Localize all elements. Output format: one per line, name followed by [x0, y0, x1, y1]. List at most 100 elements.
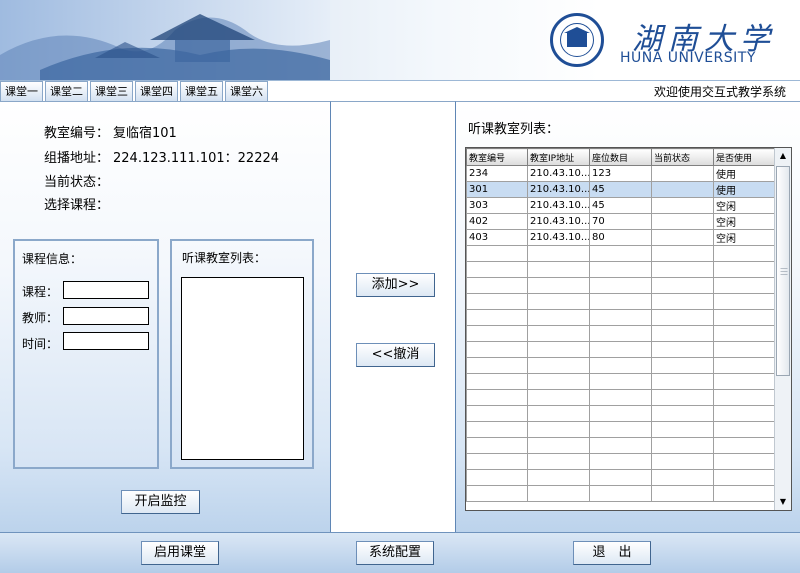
empty-table-row[interactable]	[466, 389, 775, 406]
table-cell	[589, 325, 652, 342]
table-cell	[713, 261, 775, 278]
classroom-number-value: 复临宿101	[113, 126, 177, 141]
header-banner: 湖南大学 HUNA UNIVERSITY	[0, 0, 800, 80]
empty-table-row[interactable]	[466, 485, 775, 502]
table-cell: 使用	[713, 165, 775, 182]
table-cell	[466, 405, 528, 422]
table-row[interactable]: 301 210.43.10... 45 使用	[466, 181, 775, 198]
table-cell	[527, 389, 590, 406]
table-row[interactable]: 402 210.43.10... 70 空闲	[466, 213, 775, 230]
teacher-input[interactable]	[63, 307, 149, 325]
table-cell	[651, 325, 714, 342]
exit-button[interactable]: 退 出	[573, 541, 651, 565]
column-header[interactable]: 教室编号	[466, 148, 528, 166]
empty-table-row[interactable]	[466, 309, 775, 326]
scroll-down-arrow-icon[interactable]: ▼	[775, 494, 791, 510]
listen-classroom-group: 听课教室列表：	[170, 239, 314, 469]
table-cell	[713, 325, 775, 342]
table-cell	[466, 309, 528, 326]
table-cell: 303	[466, 197, 528, 214]
table-cell	[466, 421, 528, 438]
empty-table-row[interactable]	[466, 341, 775, 358]
column-header[interactable]: 座位数目	[589, 148, 652, 166]
table-cell	[589, 341, 652, 358]
tab-classroom-6[interactable]: 课堂六	[225, 81, 268, 101]
empty-table-row[interactable]	[466, 453, 775, 470]
table-header-row: 教室编号 教室IP地址 座位数目 当前状态 是否使用	[466, 148, 775, 166]
tab-classroom-5[interactable]: 课堂五	[180, 81, 223, 101]
table-cell	[589, 421, 652, 438]
table-cell	[589, 357, 652, 374]
column-header[interactable]: 当前状态	[651, 148, 714, 166]
empty-table-row[interactable]	[466, 373, 775, 390]
table-cell: 210.43.10...	[527, 165, 590, 182]
empty-table-row[interactable]	[466, 405, 775, 422]
table-cell	[466, 357, 528, 374]
table-cell	[589, 245, 652, 262]
empty-table-row[interactable]	[466, 293, 775, 310]
column-header[interactable]: 教室IP地址	[527, 148, 590, 166]
table-cell	[651, 485, 714, 502]
table-cell	[713, 437, 775, 454]
table-cell	[589, 453, 652, 470]
table-cell	[527, 309, 590, 326]
table-cell	[527, 357, 590, 374]
system-config-button[interactable]: 系统配置	[356, 541, 434, 565]
table-cell: 70	[589, 213, 652, 230]
empty-table-row[interactable]	[466, 357, 775, 374]
footer-bar: 启用课堂 系统配置 退 出	[0, 532, 800, 573]
tab-classroom-1[interactable]: 课堂一	[0, 81, 43, 101]
course-input[interactable]	[63, 281, 149, 299]
table-cell	[713, 373, 775, 390]
table-cell: 使用	[713, 181, 775, 198]
table-cell	[466, 261, 528, 278]
table-cell	[527, 277, 590, 294]
empty-table-row[interactable]	[466, 261, 775, 278]
current-status-label: 当前状态：	[44, 175, 110, 190]
teacher-label: 教师：	[22, 311, 59, 325]
add-button[interactable]: 添加>>	[356, 273, 435, 297]
table-cell	[713, 277, 775, 294]
table-row[interactable]: 403 210.43.10... 80 空闲	[466, 229, 775, 246]
table-cell	[651, 405, 714, 422]
empty-table-row[interactable]	[466, 325, 775, 342]
scroll-thumb[interactable]: ― ― ―	[776, 166, 790, 376]
table-cell	[527, 261, 590, 278]
table-cell	[651, 357, 714, 374]
scroll-up-arrow-icon[interactable]: ▲	[775, 148, 791, 164]
table-cell	[527, 421, 590, 438]
classroom-grid[interactable]: 教室编号 教室IP地址 座位数目 当前状态 是否使用 234 210.43.10.…	[465, 147, 792, 511]
undo-button[interactable]: <<撤消	[356, 343, 435, 367]
empty-table-row[interactable]	[466, 421, 775, 438]
multicast-address-row: 组播地址： 224.123.111.101：22224	[44, 147, 279, 166]
tab-classroom-2[interactable]: 课堂二	[45, 81, 88, 101]
empty-table-row[interactable]	[466, 437, 775, 454]
column-header[interactable]: 是否使用	[713, 148, 775, 166]
start-monitor-button[interactable]: 开启监控	[121, 490, 200, 514]
table-cell	[713, 341, 775, 358]
table-cell	[589, 293, 652, 310]
table-cell: 210.43.10...	[527, 229, 590, 246]
empty-table-row[interactable]	[466, 245, 775, 262]
vertical-scrollbar[interactable]: ▲ ― ― ― ▼	[774, 148, 791, 510]
table-cell: 402	[466, 213, 528, 230]
table-cell	[651, 229, 714, 246]
tab-classroom-4[interactable]: 课堂四	[135, 81, 178, 101]
select-course-row: 选择课程：	[44, 194, 109, 213]
table-row[interactable]: 303 210.43.10... 45 空闲	[466, 197, 775, 214]
table-cell: 80	[589, 229, 652, 246]
tab-classroom-3[interactable]: 课堂三	[90, 81, 133, 101]
university-name-en: HUNA UNIVERSITY	[620, 50, 756, 66]
table-cell	[527, 373, 590, 390]
table-cell	[651, 437, 714, 454]
enable-classroom-button[interactable]: 启用课堂	[141, 541, 219, 565]
listen-classroom-listbox[interactable]	[181, 277, 304, 460]
classroom-table: 教室编号 教室IP地址 座位数目 当前状态 是否使用 234 210.43.10.…	[466, 148, 775, 502]
empty-table-row[interactable]	[466, 277, 775, 294]
table-row[interactable]: 234 210.43.10... 123 使用	[466, 165, 775, 182]
table-cell: 234	[466, 165, 528, 182]
table-cell	[651, 245, 714, 262]
empty-table-row[interactable]	[466, 469, 775, 486]
table-cell	[527, 469, 590, 486]
time-input[interactable]	[63, 332, 149, 350]
